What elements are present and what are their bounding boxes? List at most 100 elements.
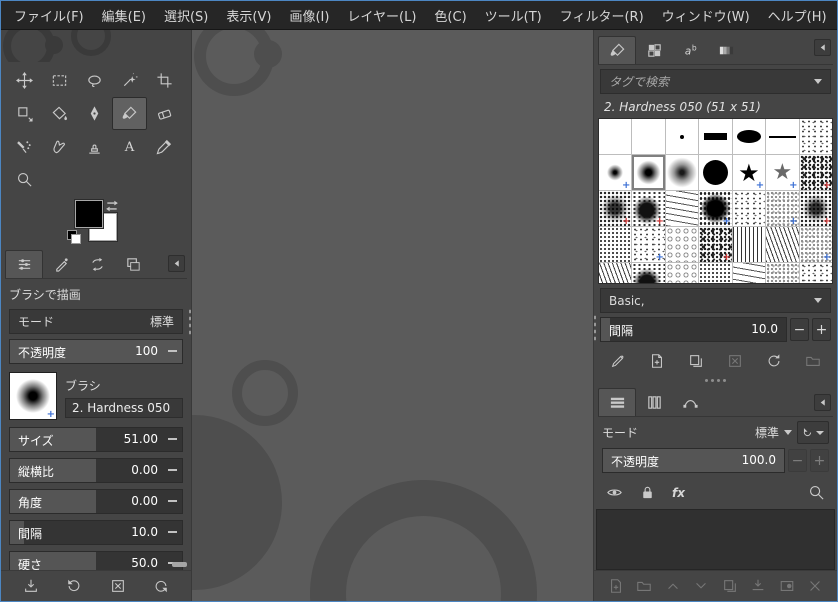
tool-free-select[interactable] <box>77 64 112 97</box>
brush-cell-strokes[interactable] <box>666 191 698 226</box>
swap-colors-icon[interactable] <box>105 198 119 210</box>
menu-編集(E)[interactable]: 編集(E) <box>93 1 155 30</box>
brush-cell-circle[interactable] <box>699 155 731 190</box>
brush-cell-dots-fine[interactable] <box>699 263 731 284</box>
slider-角度[interactable]: 角度0.00 <box>9 489 183 514</box>
tab-patterns[interactable] <box>636 37 672 64</box>
opacity-decrease-button[interactable]: − <box>788 449 807 472</box>
menu-色(C)[interactable]: 色(C) <box>425 1 475 30</box>
brush-cell-grass[interactable] <box>599 263 631 284</box>
tool-color-picker[interactable] <box>147 130 182 163</box>
tool-text[interactable]: A <box>112 130 147 163</box>
tab-channels[interactable] <box>636 389 672 416</box>
chevron-down-icon[interactable] <box>784 430 792 435</box>
mode-switch-button[interactable] <box>797 421 829 444</box>
configure-tab-button[interactable] <box>168 255 185 272</box>
spinner-icon[interactable] <box>168 500 177 502</box>
new-brush-button[interactable] <box>645 349 669 373</box>
slider-間隔[interactable]: 間隔10.0 <box>9 520 183 545</box>
slider-縦横比[interactable]: 縦横比0.00 <box>9 458 183 483</box>
tab-device-status[interactable] <box>43 251 79 278</box>
save-options-button[interactable] <box>19 574 43 598</box>
brush-cell-soft-sm[interactable]: + <box>599 155 631 190</box>
brush-cell-dots-fine[interactable] <box>599 227 631 262</box>
brush-cell-grunge1[interactable]: + <box>800 191 832 226</box>
brush-group-combo[interactable]: Basic, <box>600 288 831 313</box>
options-scrollbar-thumb[interactable] <box>172 562 187 567</box>
canvas[interactable] <box>192 30 593 601</box>
tool-rectangle-select[interactable] <box>42 64 77 97</box>
visibility-eye-icon[interactable] <box>606 484 623 501</box>
lock-icon[interactable] <box>639 484 656 501</box>
right-splitter-handle[interactable] <box>593 314 597 342</box>
foreground-color-swatch[interactable] <box>75 200 103 228</box>
spacing-decrease-button[interactable]: − <box>790 318 809 341</box>
delete-layer-button[interactable] <box>803 574 827 598</box>
brush-cell-blob-dark[interactable]: + <box>699 191 731 226</box>
brush-cell-pepper[interactable] <box>800 263 832 284</box>
tool-airbrush[interactable] <box>7 130 42 163</box>
new-layer-button[interactable] <box>604 574 628 598</box>
tab-tool-options[interactable] <box>5 250 43 278</box>
brush-cell-chalk[interactable]: + <box>766 191 798 226</box>
spacing-increase-button[interactable]: + <box>812 318 831 341</box>
brush-cell-grunge2[interactable] <box>632 263 664 284</box>
layer-list[interactable] <box>596 509 835 570</box>
brush-cell-dot[interactable] <box>666 119 698 154</box>
tool-fuzzy-select[interactable] <box>112 64 147 97</box>
tag-search-combo[interactable]: タグで検索 <box>600 69 831 94</box>
brush-cell-blank[interactable] <box>599 119 631 154</box>
layer-opacity-slider[interactable]: 不透明度 100.0 <box>602 448 785 473</box>
edit-brush-button[interactable] <box>606 349 630 373</box>
brush-cell-hbar[interactable] <box>699 119 731 154</box>
tool-crop[interactable] <box>147 64 182 97</box>
tool-smudge[interactable] <box>42 130 77 163</box>
opacity-increase-button[interactable]: + <box>810 449 829 472</box>
tab-undo-history[interactable] <box>79 251 115 278</box>
fx-lock-icon[interactable]: fx <box>672 486 685 500</box>
menu-ヘルプ(H)[interactable]: ヘルプ(H) <box>759 1 836 30</box>
tab-gradients[interactable] <box>708 37 744 64</box>
brush-cell-cells[interactable] <box>666 227 698 262</box>
delete-options-button[interactable] <box>106 574 130 598</box>
lower-layer-button[interactable] <box>689 574 713 598</box>
brush-spacing-slider[interactable]: 間隔 10.0 <box>600 317 787 342</box>
menu-選択(S)[interactable]: 選択(S) <box>155 1 217 30</box>
brush-cell-grass[interactable] <box>766 227 798 262</box>
default-colors-icon[interactable] <box>67 230 80 243</box>
tab-layers[interactable] <box>598 388 636 416</box>
paint-mode-combo[interactable]: モード 標準 <box>9 309 183 334</box>
tab-fonts[interactable]: ab <box>672 37 708 64</box>
brush-cell-charcoal[interactable]: + <box>800 155 832 190</box>
open-brush-location-button[interactable] <box>801 349 825 373</box>
brush-cell-chalk[interactable]: + <box>800 227 832 262</box>
brush-cell-pepper[interactable] <box>800 119 832 154</box>
layer-mode-value[interactable]: 標準 <box>755 424 779 441</box>
brush-thumbnail[interactable]: + <box>9 372 57 420</box>
brush-cell-soft-md[interactable] <box>632 155 664 190</box>
duplicate-brush-button[interactable] <box>684 349 708 373</box>
brush-cell-vstrokes[interactable] <box>733 227 765 262</box>
menu-レイヤー(L)[interactable]: レイヤー(L) <box>338 1 425 30</box>
slider-サイズ[interactable]: サイズ51.00 <box>9 427 183 452</box>
tool-zoom[interactable] <box>7 163 42 196</box>
brush-cell-pepper[interactable]: + <box>632 227 664 262</box>
tab-images[interactable] <box>115 251 151 278</box>
merge-layer-button[interactable] <box>746 574 770 598</box>
brush-cell-ellipse[interactable] <box>733 119 765 154</box>
refresh-brushes-button[interactable] <box>762 349 786 373</box>
brush-cell-pepper[interactable] <box>733 191 765 226</box>
brush-cell-cells[interactable] <box>666 263 698 284</box>
tool-bucket-fill[interactable] <box>42 97 77 130</box>
restore-options-button[interactable] <box>62 574 86 598</box>
menu-ツール(T)[interactable]: ツール(T) <box>476 1 551 30</box>
brush-cell-star-gray[interactable]: + <box>766 155 798 190</box>
brush-cell-soft-lg[interactable] <box>666 155 698 190</box>
spinner-icon[interactable] <box>168 350 177 352</box>
tool-eraser[interactable] <box>147 97 182 130</box>
menu-ファイル(F)[interactable]: ファイル(F) <box>5 1 93 30</box>
tab-paths[interactable] <box>672 389 708 416</box>
tab-brushes[interactable] <box>598 36 636 64</box>
reset-options-button[interactable] <box>149 574 173 598</box>
brush-cell-grunge2[interactable]: + <box>632 191 664 226</box>
